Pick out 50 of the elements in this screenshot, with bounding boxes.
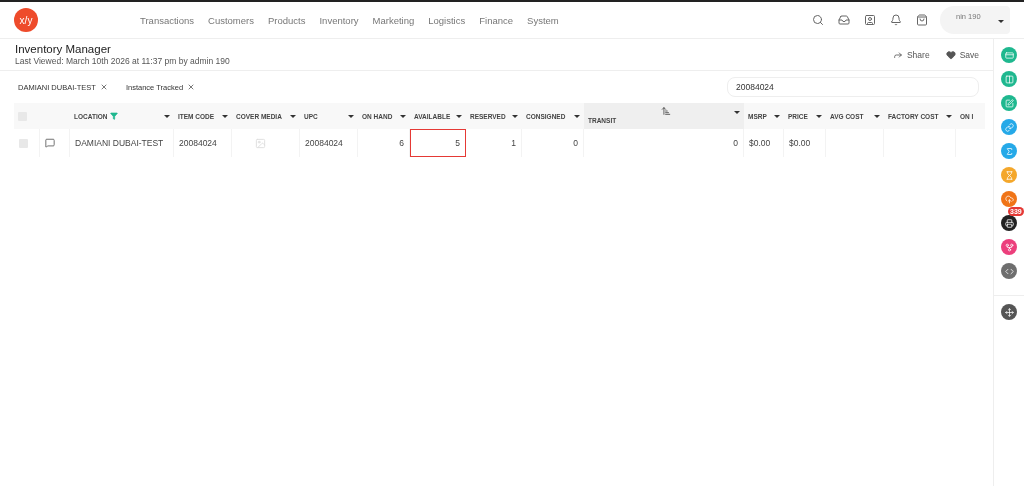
heart-icon — [945, 49, 956, 60]
image-icon — [255, 137, 266, 149]
hourglass-icon — [1004, 170, 1014, 180]
tool-button[interactable] — [1001, 304, 1017, 320]
table-cell: 20084024 — [174, 129, 232, 157]
code-icon — [1004, 266, 1014, 276]
save-button[interactable]: Save — [945, 49, 979, 60]
nav-link[interactable]: Transactions — [140, 14, 195, 26]
contact-card-icon[interactable] — [864, 14, 876, 26]
inbox-icon[interactable] — [838, 14, 850, 26]
table-cell: 0 — [584, 129, 744, 157]
filter-icon — [110, 112, 119, 120]
bell-icon[interactable] — [890, 14, 902, 26]
nav-link[interactable]: Marketing — [372, 14, 415, 26]
comment-icon[interactable] — [45, 138, 55, 148]
nav-link[interactable]: Logistics — [428, 14, 466, 26]
nav-link[interactable]: System — [527, 14, 559, 26]
table-cell: 0 — [522, 129, 584, 157]
branch-icon — [1004, 242, 1014, 252]
bag-icon[interactable] — [916, 14, 928, 26]
close-icon[interactable] — [99, 83, 108, 91]
arrows-icon — [1004, 307, 1014, 317]
table-cell: 20084024 — [300, 129, 358, 157]
logo[interactable]: x/y — [14, 8, 38, 32]
sort-icon[interactable] — [661, 106, 671, 116]
table-cell: DAMIANI DUBAI-TEST — [70, 129, 174, 157]
table-cell: 6 — [358, 129, 410, 157]
sigma-icon — [1004, 146, 1014, 156]
search-icon[interactable] — [812, 14, 824, 26]
tool-button[interactable] — [1001, 215, 1017, 231]
edit-icon — [1004, 98, 1014, 108]
cloud-upload-icon — [1004, 194, 1014, 204]
table-cell: 5 — [410, 129, 466, 157]
nav-link[interactable]: Finance — [479, 14, 514, 26]
table-cell: $0.00 — [784, 129, 826, 157]
nav-link[interactable]: Inventory — [319, 14, 359, 26]
link-icon — [1004, 122, 1014, 132]
table-cell: $0.00 — [744, 129, 784, 157]
card-icon — [1004, 50, 1014, 60]
share-button[interactable]: Share — [892, 49, 930, 60]
close-icon[interactable] — [187, 83, 196, 91]
share-icon — [892, 49, 903, 60]
nav-link[interactable]: Products — [267, 14, 306, 26]
page-title: Inventory Manager — [15, 43, 112, 55]
nav-link[interactable]: Customers — [208, 14, 254, 26]
search-field[interactable]: 20084024 — [727, 77, 979, 97]
printer-icon — [1004, 218, 1014, 228]
table-cell: 1 — [466, 129, 522, 157]
columns-icon — [1004, 74, 1014, 84]
last-viewed-text: Last Viewed: March 10th 2026 at 11:37 pm by admin 190 — [15, 56, 230, 66]
